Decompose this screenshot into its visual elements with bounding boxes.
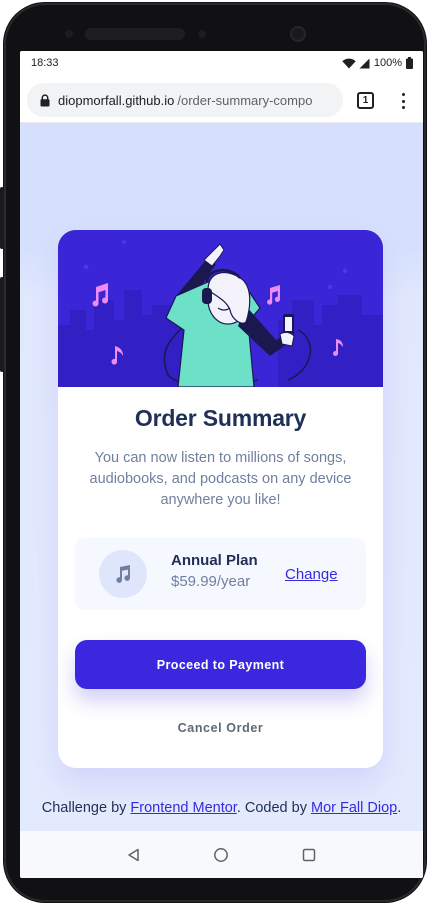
cancel-order-button[interactable]: Cancel Order (58, 721, 383, 735)
android-nav-bar (20, 831, 423, 878)
battery-icon (406, 57, 413, 69)
card-title: Order Summary (134, 405, 307, 431)
web-page: Order Summary You can now listen to mill… (20, 123, 423, 831)
plan-name: Annual Plan (171, 552, 258, 569)
phone-frame: 18:33 100% diopmorfall.github.io /order-… (0, 2, 427, 903)
recents-square-icon[interactable] (299, 845, 319, 865)
lock-icon (40, 93, 50, 106)
home-circle-icon[interactable] (211, 845, 231, 865)
plan-box: Annual Plan $59.99/year Change (75, 538, 366, 610)
address-bar[interactable]: diopmorfall.github.io /order-summary-com… (27, 83, 343, 117)
music-note-icon (99, 550, 147, 598)
card-description: You can now listen to millions of songs,… (89, 450, 352, 508)
hero-illustration (58, 230, 383, 387)
url-path: /order-summary-compo (177, 92, 313, 108)
attribution: Challenge by Frontend Mentor. Coded by M… (41, 800, 402, 816)
frontend-mentor-link[interactable]: Frontend Mentor (130, 800, 236, 816)
status-time: 18:33 (31, 57, 59, 69)
plan-price: $59.99/year (171, 573, 251, 590)
earpiece-speaker (85, 28, 185, 40)
hero-illustration-graphic (58, 230, 383, 387)
front-camera (290, 26, 306, 42)
signal-icon (359, 58, 370, 68)
sensor-dot (198, 30, 206, 38)
kebab-menu-icon[interactable] (398, 90, 408, 112)
proceed-to-payment-button[interactable]: Proceed to Payment (75, 640, 366, 689)
author-link[interactable]: Mor Fall Diop (311, 800, 397, 816)
volume-button (0, 277, 4, 372)
order-summary-card: Order Summary You can now listen to mill… (58, 230, 383, 768)
screen: 18:33 100% diopmorfall.github.io /order-… (20, 51, 423, 878)
tab-count: 1 (362, 95, 369, 106)
power-button (0, 187, 4, 249)
back-triangle-icon[interactable] (124, 845, 144, 865)
wifi-icon (342, 58, 356, 68)
change-plan-link[interactable]: Change (285, 566, 338, 583)
browser-toolbar: diopmorfall.github.io /order-summary-com… (20, 75, 423, 123)
status-bar: 18:33 100% (20, 51, 423, 75)
url-host: diopmorfall.github.io (58, 92, 175, 108)
tabs-icon[interactable]: 1 (357, 92, 374, 109)
battery-percent: 100% (373, 57, 402, 69)
sensor-dot (65, 30, 73, 38)
